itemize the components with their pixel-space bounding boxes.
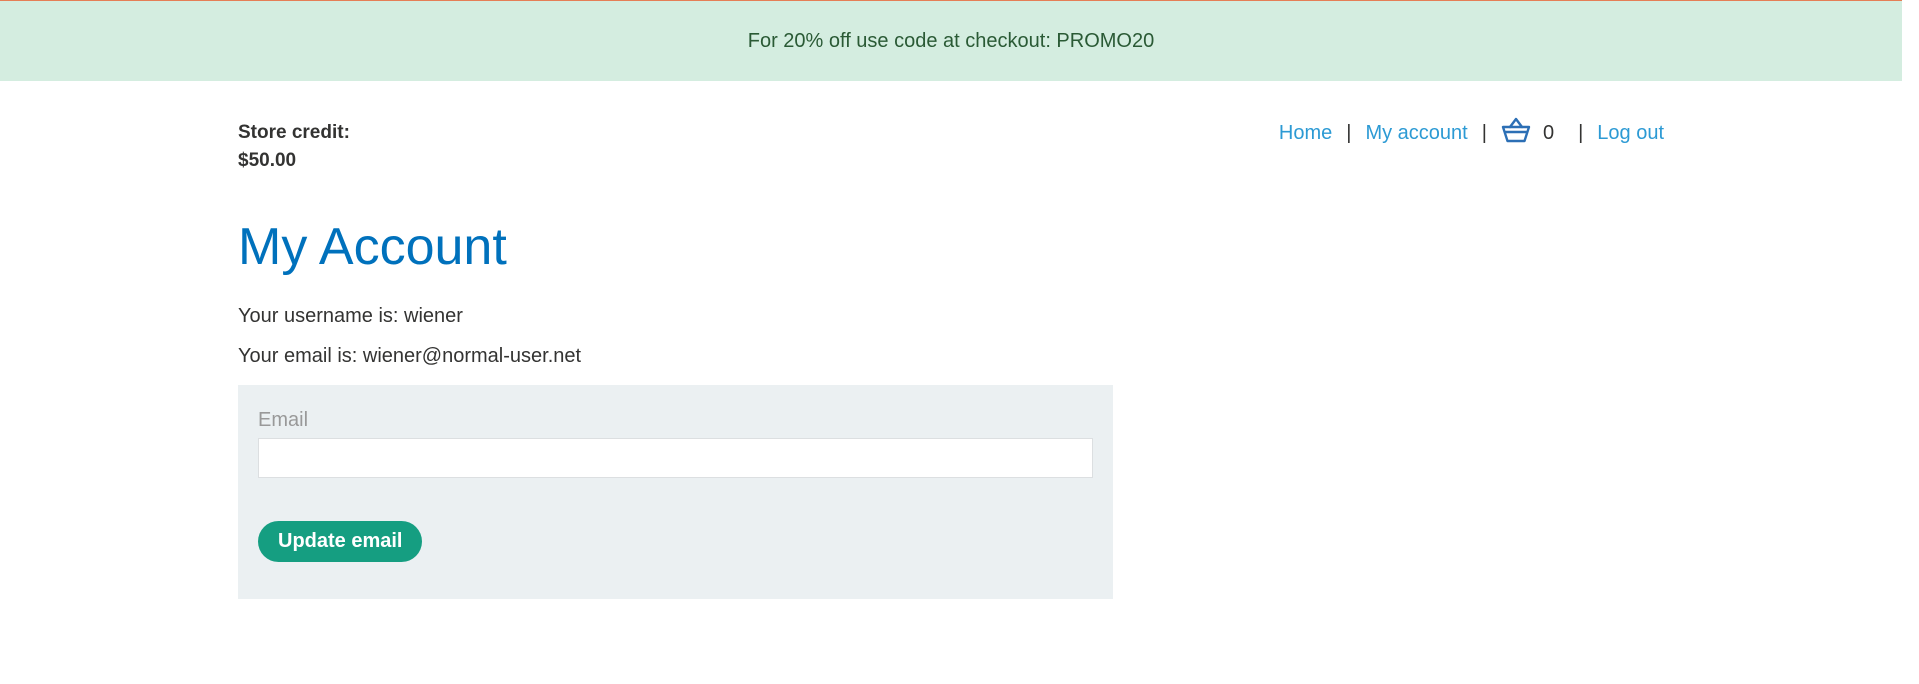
nav-separator: | — [1481, 121, 1487, 144]
cart-count: 0 — [1542, 121, 1555, 144]
nav-logout-link[interactable]: Log out — [1597, 122, 1664, 145]
email-text: Your email is: wiener@normal-user.net — [238, 345, 582, 367]
promo-banner-text: For 20% off use code at checkout: PROMO2… — [747, 29, 1155, 52]
nav-my-account-link[interactable]: My account — [1365, 122, 1467, 145]
email-label: Email — [258, 409, 309, 431]
page-container: Store credit: $50.00 Home | My account |… — [0, 81, 1902, 683]
update-email-form: Email Update email — [238, 385, 1113, 599]
cart-link[interactable]: 0 — [1501, 117, 1564, 149]
update-email-button[interactable]: Update email — [258, 521, 423, 562]
basket-icon — [1501, 117, 1531, 149]
username-text: Your username is: wiener — [238, 305, 463, 327]
top-nav: Home | My account | 0 | Log out — [1279, 117, 1664, 149]
store-credit-label: Store credit: — [238, 122, 350, 143]
store-credit: Store credit: $50.00 — [238, 119, 350, 175]
nav-separator: | — [1578, 121, 1584, 144]
page-title: My Account — [238, 218, 507, 276]
store-credit-amount: $50.00 — [238, 150, 297, 171]
promo-banner: For 20% off use code at checkout: PROMO2… — [0, 0, 1902, 81]
email-input[interactable] — [258, 438, 1093, 478]
nav-home-link[interactable]: Home — [1279, 122, 1332, 145]
nav-separator: | — [1346, 121, 1352, 144]
